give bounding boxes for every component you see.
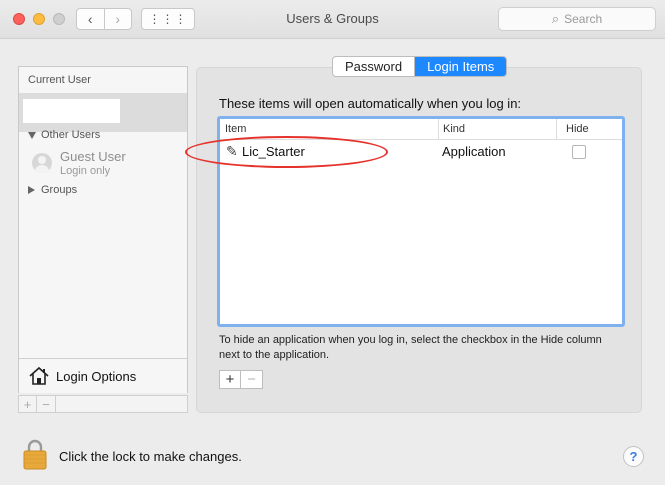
disclosure-open-icon [28, 131, 36, 139]
users-sidebar: Current User Other Users Guest User Logi… [18, 66, 188, 393]
login-options-item[interactable]: Login Options [19, 358, 187, 393]
guest-user-subtitle: Login only [60, 165, 111, 177]
other-users-heading[interactable]: Other Users [28, 129, 100, 141]
guest-user-name[interactable]: Guest User [60, 149, 126, 164]
add-user-button[interactable]: + [18, 395, 37, 413]
column-header-item[interactable]: Item [225, 123, 246, 135]
tab-bar: Password Login Items [332, 56, 508, 77]
disclosure-closed-icon [28, 186, 35, 194]
groups-label: Groups [41, 184, 78, 196]
house-icon [29, 366, 49, 385]
help-button[interactable]: ? [623, 446, 644, 467]
login-items-buttons: + − [219, 370, 263, 389]
search-field[interactable]: ⌕ Search [498, 7, 656, 31]
title-bar: ‹ › ⋮⋮⋮ Users & Groups ⌕ Search [0, 0, 665, 39]
add-login-item-button[interactable]: + [219, 370, 241, 389]
other-users-label: Other Users [41, 129, 101, 141]
remove-login-item-button[interactable]: − [241, 370, 263, 389]
hide-instructions: To hide an application when you log in, … [219, 334, 602, 361]
guest-avatar-icon [32, 153, 52, 173]
hide-checkbox[interactable] [572, 145, 586, 159]
current-user-heading: Current User [28, 74, 91, 86]
login-options-label: Login Options [56, 368, 137, 384]
login-items-intro: These items will open automatically when… [219, 96, 522, 111]
remove-user-button[interactable]: − [37, 395, 56, 413]
current-user-item[interactable] [19, 93, 187, 132]
sidebar-button-bar: + − [18, 395, 188, 413]
column-header-hide[interactable]: Hide [566, 123, 589, 135]
column-header-kind[interactable]: Kind [443, 123, 465, 135]
tab-password[interactable]: Password [333, 57, 414, 76]
users-groups-window: ‹ › ⋮⋮⋮ Users & Groups ⌕ Search Current … [0, 0, 665, 485]
lock-icon[interactable] [23, 438, 47, 470]
search-icon: ⌕ [551, 11, 560, 26]
annotation-circle [185, 136, 388, 168]
search-placeholder: Search [564, 12, 603, 26]
redacted-user-name [23, 99, 120, 123]
lock-message: Click the lock to make changes. [59, 449, 242, 464]
item-kind: Application [442, 144, 506, 159]
groups-heading[interactable]: Groups [28, 184, 77, 196]
tab-login-items[interactable]: Login Items [414, 57, 507, 76]
